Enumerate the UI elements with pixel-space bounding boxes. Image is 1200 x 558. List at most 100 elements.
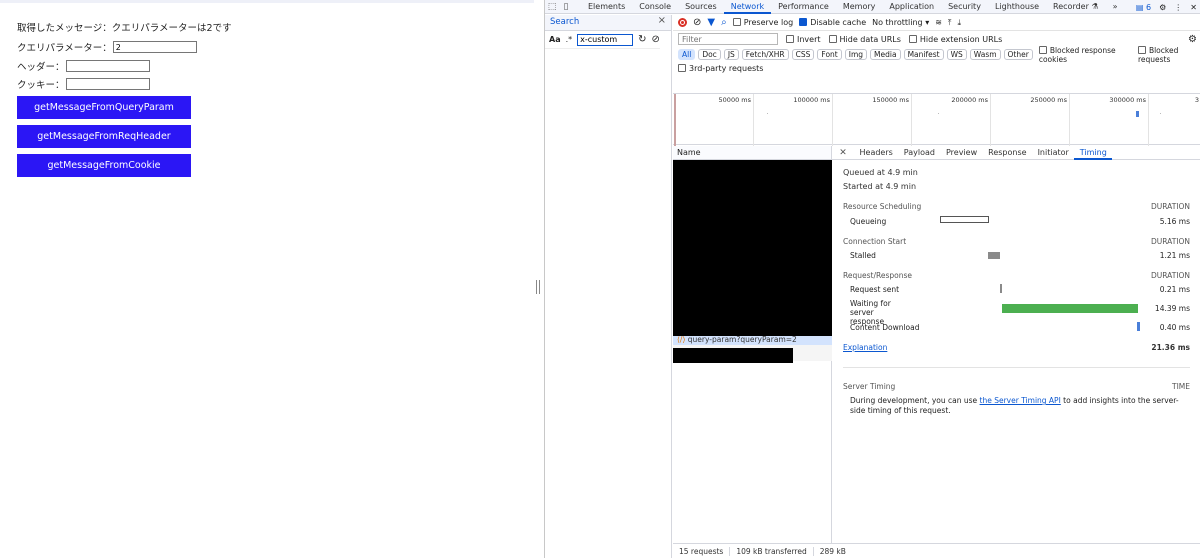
selected-request-row[interactable]: ⟨/⟩ query-param?queryParam=2 [673,336,832,345]
blocked-cookies-box[interactable] [1038,45,1047,54]
tab-recorder[interactable]: Recorder ⚗ [1046,0,1106,14]
tab-headers[interactable]: Headers [854,146,898,160]
third-party-box[interactable] [678,64,686,72]
type-filter-font[interactable]: Font [817,49,842,60]
selected-request-name: query-param?queryParam=2 [687,335,797,344]
inspect-element-icon[interactable]: ⬚ [545,2,559,12]
type-filter-js[interactable]: JS [723,49,739,60]
invert-box[interactable] [786,34,794,43]
clear-log-icon[interactable]: ⊘ [693,17,701,28]
search-input[interactable] [577,33,634,46]
hide-extension-urls-checkbox[interactable]: Hide extension URLs [908,34,1002,44]
network-settings-gear-icon[interactable]: ⚙ [1188,34,1197,45]
tab-preview[interactable]: Preview [941,146,983,160]
hide-extension-urls-box[interactable] [908,34,917,43]
cookie-input[interactable] [65,78,150,90]
filter-icon[interactable]: ▼ [707,17,715,28]
clear-icon[interactable]: ⊘ [652,34,660,45]
preserve-log-box[interactable] [732,18,741,26]
get-message-from-req-header-button[interactable]: getMessageFromReqHeader [17,125,191,148]
type-filter-fetch-xhr[interactable]: Fetch/XHR [741,49,789,60]
tab-lighthouse[interactable]: Lighthouse [988,0,1046,14]
query-param-input[interactable] [112,41,197,53]
type-filter-doc[interactable]: Doc [698,49,721,60]
timing-label: Queueing [850,217,887,226]
web-page: 取得したメッセージ：クエリパラメーターは2です クエリパラメーター： ヘッダー：… [0,0,534,558]
throttling-select[interactable]: No throttling ▾ [872,18,929,27]
close-devtools-icon[interactable]: ✕ [1190,3,1197,12]
splitter-grip-icon[interactable] [536,280,540,294]
timing-value: 5.16 ms [1159,217,1190,226]
refresh-icon[interactable]: ↻ [638,34,646,45]
timing-value: 14.39 ms [1154,304,1190,313]
tick-label: 150000 ms [872,96,909,104]
network-overview-timeline[interactable]: 50000 ms 100000 ms 150000 ms 200000 ms 2… [673,93,1200,146]
get-message-from-query-param-button[interactable]: getMessageFromQueryParam [17,96,191,119]
more-options-icon[interactable]: ⋮ [1174,3,1182,12]
tab-response[interactable]: Response [983,146,1032,160]
export-har-icon[interactable]: ⤓ [957,18,961,28]
type-filter-img[interactable]: Img [844,49,868,60]
search-icon[interactable]: ⌕ [721,17,727,28]
tab-performance[interactable]: Performance [771,0,836,14]
preserve-log-checkbox[interactable]: Preserve log [732,18,794,27]
blocked-requests-checkbox[interactable]: Blocked requests [1137,45,1200,64]
tab-memory[interactable]: Memory [836,0,883,14]
tab-payload[interactable]: Payload [898,146,940,160]
filter-input[interactable] [678,33,778,45]
network-conditions-icon[interactable]: ≋ [935,18,942,27]
type-filter-other[interactable]: Other [1003,49,1033,60]
type-filter-wasm[interactable]: Wasm [969,49,1001,60]
tab-elements[interactable]: Elements [581,0,632,14]
disable-cache-label: Disable cache [810,18,867,27]
tab-initiator[interactable]: Initiator [1032,146,1074,160]
tab-console[interactable]: Console [632,0,678,14]
type-filter-css[interactable]: CSS [791,49,815,60]
timing-row-request-sent: Request sent 0.21 ms [850,285,1190,294]
header-input[interactable] [65,60,150,72]
close-detail-icon[interactable]: ✕ [832,148,854,158]
type-filter-all[interactable]: All [678,49,696,60]
disable-cache-checkbox[interactable]: Disable cache [799,18,866,27]
devtools-panel: ⬚ ▯ Elements Console Sources Network Per… [544,0,1200,558]
type-filter-ws[interactable]: WS [946,49,967,60]
settings-gear-icon[interactable]: ⚙ [1159,3,1166,12]
server-timing-api-link[interactable]: the Server Timing API [980,396,1061,405]
import-har-icon[interactable]: ⤒ [948,18,952,28]
tab-security[interactable]: Security [941,0,988,14]
close-search-icon[interactable]: × [658,15,666,26]
hide-data-urls-box[interactable] [828,34,837,43]
explanation-link[interactable]: Explanation [843,343,887,352]
issues-badge[interactable]: ▤ 6 [1136,3,1151,12]
third-party-checkbox[interactable]: 3rd-party requests [678,64,763,73]
hide-data-urls-label: Hide data URLs [839,34,901,44]
blocked-cookies-checkbox[interactable]: Blocked response cookies [1038,45,1129,64]
type-filter-media[interactable]: Media [870,49,901,60]
explanation-link-text[interactable]: Explanation [843,343,887,352]
tick-label: 200000 ms [951,96,988,104]
request-detail-panel: ✕ Headers Payload Preview Response Initi… [832,146,1200,543]
get-message-from-cookie-button[interactable]: getMessageFromCookie [17,154,191,177]
record-icon[interactable] [678,18,687,27]
tab-application[interactable]: Application [882,0,941,14]
hide-data-urls-checkbox[interactable]: Hide data URLs [828,34,901,44]
blocked-requests-box[interactable] [1137,45,1146,54]
started-at: Started at 4.9 min [843,182,917,191]
preserve-log-label: Preserve log [743,18,794,27]
timing-row-stalled: Stalled 1.21 ms [850,251,1190,260]
type-filter-manifest[interactable]: Manifest [903,49,944,60]
match-case-toggle[interactable]: Aa [549,35,561,44]
tab-sources[interactable]: Sources [678,0,724,14]
regex-toggle[interactable]: .* [566,35,573,44]
device-toolbar-icon[interactable]: ▯ [559,2,573,12]
overview-tick: 100000 ms [753,94,832,146]
invert-checkbox[interactable]: Invert [786,34,821,44]
third-party-row: 3rd-party requests [673,62,1200,75]
tab-timing[interactable]: Timing [1074,146,1113,160]
more-tabs-button[interactable]: » [1106,0,1125,14]
tab-network[interactable]: Network [723,0,772,14]
disable-cache-box[interactable] [799,18,808,26]
content-download-bar [1137,322,1140,331]
name-column-header[interactable]: Name [673,146,831,160]
devtools-splitter[interactable] [534,0,544,558]
